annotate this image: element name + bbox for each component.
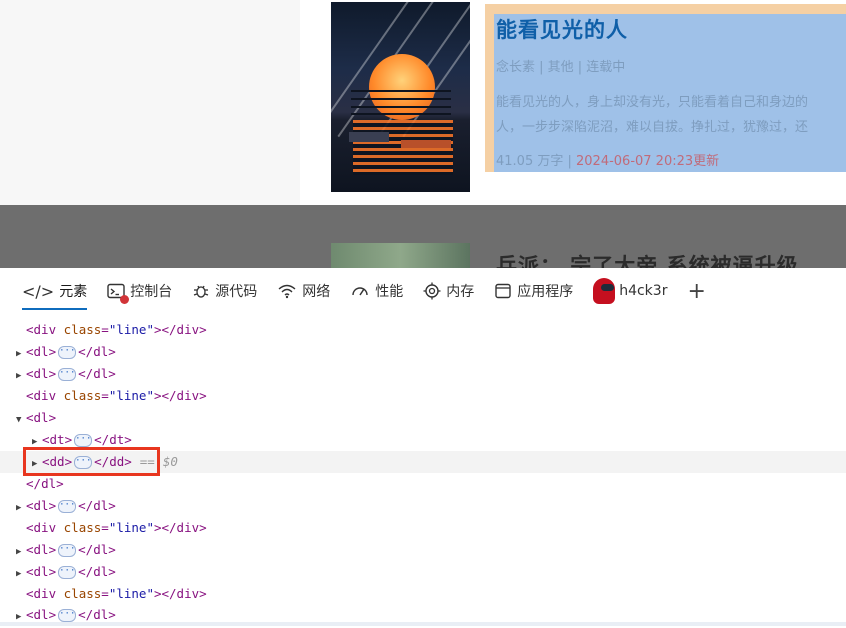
update-time: 2024-06-07 20:23更新	[576, 154, 720, 169]
expand-arrow-icon[interactable]: ▶	[16, 563, 26, 585]
amongus-avatar-icon	[593, 278, 616, 304]
performance-icon	[350, 283, 370, 299]
sources-icon	[192, 283, 210, 299]
expand-arrow-icon[interactable]: ▶	[16, 497, 26, 519]
expand-arrow-icon[interactable]: ▶	[16, 365, 26, 387]
book-cover-image[interactable]	[331, 2, 470, 192]
book-cover-image-2[interactable]	[331, 243, 470, 268]
ellipsis-button[interactable]: ···	[58, 544, 77, 557]
tree-node[interactable]: ▶ <dl> ··· </dl>	[0, 363, 846, 385]
book-footer: 41.05 万字 | 2024-06-07 20:23更新	[496, 150, 719, 169]
selected-node-ref: $0	[162, 454, 178, 469]
book-title-2[interactable]: 兵派： 宗了大帝 系统被逼升级	[496, 250, 799, 268]
expand-arrow-icon[interactable]: ▶	[16, 541, 26, 563]
tree-node[interactable]: ▶ <dl> ··· </dl>	[0, 341, 846, 363]
ellipsis-button[interactable]: ···	[74, 434, 93, 447]
tree-node[interactable]: ▶ <dl> ··· </dl>	[0, 539, 846, 561]
book-title[interactable]: 能看见光的人	[496, 14, 628, 44]
tab-label: 源代码	[215, 284, 258, 300]
tab-elements[interactable]: </> 元素	[12, 268, 97, 314]
tab-label: 元素	[59, 284, 88, 300]
elements-icon: </>	[22, 281, 55, 301]
tab-sources[interactable]: 源代码	[182, 268, 267, 314]
collapse-arrow-icon[interactable]: ▼	[16, 409, 26, 431]
ellipsis-button[interactable]: ···	[58, 566, 77, 579]
devtools-tab-bar: </> 元素 控制台 源代码 网络 性能 内存 应用程序 h4ck3r +	[0, 268, 846, 314]
tab-extension-h4ck3r[interactable]: h4ck3r	[583, 268, 677, 314]
memory-icon	[423, 282, 441, 300]
tab-label: 性能	[375, 284, 404, 300]
tree-node[interactable]: </dl>	[0, 473, 846, 495]
tree-node[interactable]: ▶ <dl> ··· </dl>	[0, 495, 846, 517]
add-tab-button[interactable]: +	[677, 279, 715, 304]
error-badge	[120, 295, 130, 304]
expand-arrow-icon[interactable]: ▶	[16, 343, 26, 365]
tab-label: 内存	[446, 284, 475, 300]
ellipsis-button[interactable]: ···	[58, 346, 77, 359]
tab-network[interactable]: 网络	[267, 268, 340, 314]
tab-label: 网络	[302, 284, 331, 300]
word-count: 41.05 万字 |	[496, 154, 576, 169]
bottom-scroll-edge	[0, 622, 846, 626]
book-description-line: 能看见光的人，身上却没有光，只能看着自己和身边的	[496, 95, 809, 110]
application-icon	[494, 283, 512, 299]
tree-node[interactable]: ▶ <dl> ··· </dl>	[0, 561, 846, 583]
annotation-highlight-box	[23, 447, 160, 476]
tree-node[interactable]: <div class="line"></div>	[0, 319, 846, 341]
tab-performance[interactable]: 性能	[340, 268, 413, 314]
tree-node[interactable]: <div class="line"></div>	[0, 385, 846, 407]
tree-node[interactable]: ▼ <dl>	[0, 407, 846, 429]
tab-label: h4ck3r	[619, 283, 668, 299]
web-page-area: 能看见光的人 念长素 | 其他 | 连载中 能看见光的人，身上却没有光，只能看着…	[0, 0, 846, 268]
tab-console[interactable]: 控制台	[97, 268, 182, 314]
tree-node[interactable]: <div class="line"></div>	[0, 583, 846, 605]
ellipsis-button[interactable]: ···	[58, 368, 77, 381]
tab-label: 控制台	[130, 284, 173, 300]
tab-application[interactable]: 应用程序	[484, 268, 583, 314]
wifi-icon	[277, 283, 297, 299]
left-column	[0, 0, 300, 205]
book-description-line: 人，一步步深陷泥沼，难以自拔。挣扎过，犹豫过，还	[496, 120, 809, 135]
ellipsis-button[interactable]: ···	[58, 500, 77, 513]
tab-label: 应用程序	[517, 284, 574, 300]
ellipsis-button[interactable]: ···	[58, 609, 77, 622]
book-description: 能看见光的人，身上却没有光，只能看着自己和身边的 人，一步步深陷泥沼，难以自拔。…	[496, 90, 846, 140]
tab-memory[interactable]: 内存	[413, 268, 484, 314]
book-meta: 念长素 | 其他 | 连载中	[496, 60, 626, 75]
tree-node[interactable]: <div class="line"></div>	[0, 517, 846, 539]
